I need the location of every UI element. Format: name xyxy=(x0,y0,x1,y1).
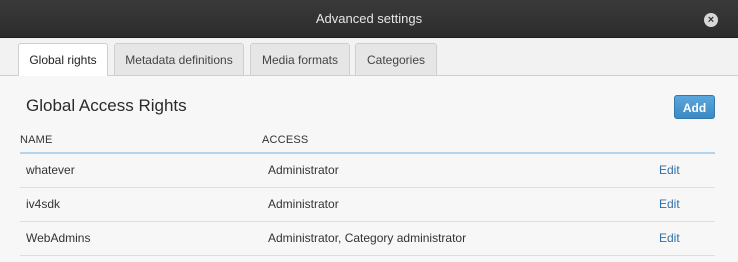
access-rights-table: NAME ACCESS whatever Administrator Edit … xyxy=(20,131,715,256)
row-name: whatever xyxy=(26,163,75,177)
edit-link[interactable]: Edit xyxy=(659,154,680,187)
tab-metadata-definitions[interactable]: Metadata definitions xyxy=(114,43,244,75)
add-button[interactable]: Add xyxy=(674,95,715,119)
table-row: whatever Administrator Edit xyxy=(20,154,715,188)
table-row: WebAdmins Administrator, Category admini… xyxy=(20,222,715,256)
edit-link[interactable]: Edit xyxy=(659,188,680,221)
row-access: Administrator xyxy=(268,197,339,211)
dialog-titlebar: Advanced settings × xyxy=(0,0,738,38)
column-header-access: ACCESS xyxy=(262,134,309,146)
row-name: WebAdmins xyxy=(26,231,91,245)
edit-link[interactable]: Edit xyxy=(659,222,680,255)
close-icon[interactable]: × xyxy=(704,13,718,27)
table-header: NAME ACCESS xyxy=(20,131,715,154)
advanced-settings-dialog: Advanced settings × Global rights Metada… xyxy=(0,0,738,262)
row-name: iv4sdk xyxy=(26,197,61,211)
row-access: Administrator xyxy=(268,163,339,177)
page-title: Global Access Rights xyxy=(26,96,187,115)
tab-media-formats[interactable]: Media formats xyxy=(250,43,350,75)
row-access: Administrator, Category administrator xyxy=(268,231,467,245)
column-header-name: NAME xyxy=(20,134,53,146)
dialog-title: Advanced settings xyxy=(315,11,423,26)
table-row: iv4sdk Administrator Edit xyxy=(20,188,715,222)
tab-global-rights[interactable]: Global rights xyxy=(18,43,108,76)
tab-categories[interactable]: Categories xyxy=(355,43,437,75)
